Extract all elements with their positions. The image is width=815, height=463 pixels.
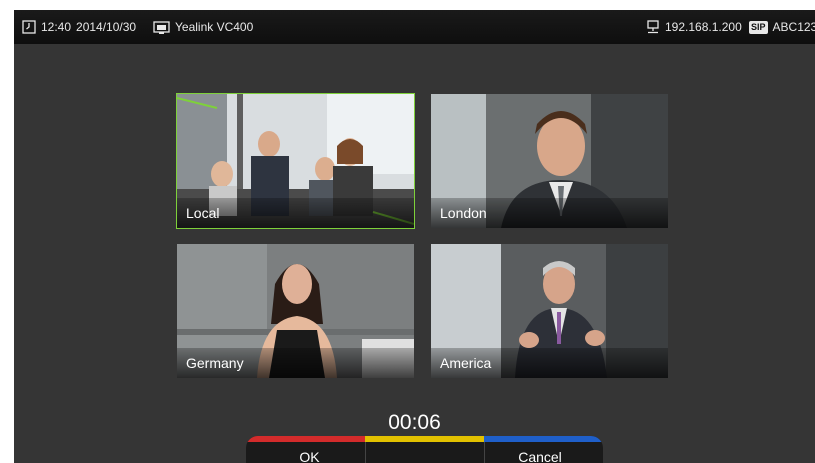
network-group: 192.168.1.200 xyxy=(646,10,742,44)
status-date: 2014/10/30 xyxy=(76,20,137,34)
sip-account: ABC123 xyxy=(772,20,815,34)
monitor-icon xyxy=(153,20,170,34)
softkey-bar: OK Cancel xyxy=(246,436,603,463)
video-tile-germany[interactable]: Germany xyxy=(177,244,414,378)
tile-label: America xyxy=(431,348,668,378)
status-bar: 12:40 2014/10/30 Yealink VC400 192.168.1… xyxy=(14,10,815,44)
tile-label: Germany xyxy=(177,348,414,378)
tile-label: Local xyxy=(177,198,414,228)
video-tile-america[interactable]: America xyxy=(431,244,668,378)
ip-address: 192.168.1.200 xyxy=(665,20,742,34)
device-group: Yealink VC400 xyxy=(153,10,253,44)
clock-icon xyxy=(22,20,36,34)
vc-screen: 12:40 2014/10/30 Yealink VC400 192.168.1… xyxy=(14,10,815,463)
cancel-button[interactable]: Cancel xyxy=(485,442,595,463)
call-timer: 00:06 xyxy=(388,411,441,434)
sip-group: SIP ABC123 xyxy=(749,10,815,44)
tile-label: London xyxy=(431,198,668,228)
network-icon xyxy=(646,20,660,34)
status-time: 12:40 xyxy=(41,20,72,34)
ok-button[interactable]: OK xyxy=(254,442,365,463)
sip-icon: SIP xyxy=(749,20,768,34)
device-name: Yealink VC400 xyxy=(175,20,254,34)
clock-group: 12:40 2014/10/30 xyxy=(22,10,136,44)
video-tile-london[interactable]: London xyxy=(431,94,668,228)
video-tile-local[interactable]: Local xyxy=(176,93,415,229)
empty-softkey[interactable] xyxy=(366,442,484,463)
